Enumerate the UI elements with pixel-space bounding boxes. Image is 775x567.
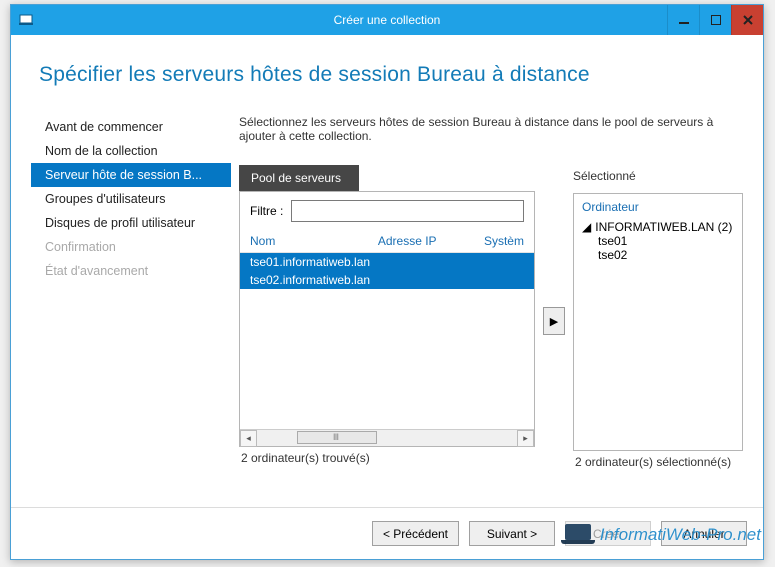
- minimize-button[interactable]: [667, 5, 699, 35]
- wizard-nav: Avant de commencer Nom de la collection …: [31, 115, 231, 507]
- horizontal-scrollbar[interactable]: ◂ Ⅲ ▸: [240, 429, 534, 446]
- col-ip[interactable]: Adresse IP: [378, 234, 469, 248]
- app-icon: [11, 13, 41, 27]
- scroll-thumb[interactable]: Ⅲ: [297, 431, 377, 444]
- create-button: Créer: [565, 521, 651, 546]
- tree-root-node[interactable]: ◢ INFORMATIWEB.LAN (2): [582, 220, 742, 234]
- nav-user-groups[interactable]: Groupes d'utilisateurs: [31, 187, 231, 211]
- nav-progress: État d'avancement: [31, 259, 231, 283]
- instruction-text: Sélectionnez les serveurs hôtes de sessi…: [239, 115, 739, 143]
- server-pool-column: Pool de serveurs Filtre : Nom Adresse IP…: [239, 165, 535, 469]
- pool-rows[interactable]: tse01.informatiweb.lan tse02.informatiwe…: [240, 253, 534, 429]
- filter-input[interactable]: [291, 200, 524, 222]
- previous-button[interactable]: < Précédent: [372, 521, 459, 546]
- col-name[interactable]: Nom: [250, 234, 378, 248]
- scroll-left-button[interactable]: ◂: [240, 430, 257, 447]
- tree-leaf[interactable]: tse02: [582, 248, 742, 262]
- selected-label: Sélectionné: [573, 169, 743, 183]
- tree-leaf[interactable]: tse01: [582, 234, 742, 248]
- scroll-track[interactable]: Ⅲ: [257, 430, 517, 447]
- pool-box: Filtre : Nom Adresse IP Systèm tse01.inf…: [239, 191, 535, 447]
- nav-before-start[interactable]: Avant de commencer: [31, 115, 231, 139]
- nav-profile-disks[interactable]: Disques de profil utilisateur: [31, 211, 231, 235]
- wizard-window: Créer une collection Spécifier les serve…: [10, 4, 764, 560]
- window-buttons: [667, 5, 763, 35]
- next-button[interactable]: Suivant >: [469, 521, 555, 546]
- pool-row[interactable]: tse02.informatiweb.lan: [240, 271, 534, 289]
- main-panel: Sélectionnez les serveurs hôtes de sessi…: [231, 115, 743, 507]
- pool-found-status: 2 ordinateur(s) trouvé(s): [239, 447, 535, 469]
- pool-column-headers[interactable]: Nom Adresse IP Systèm: [240, 230, 534, 253]
- selected-column: Sélectionné Ordinateur ◢ INFORMATIWEB.LA…: [573, 165, 743, 473]
- nav-session-host[interactable]: Serveur hôte de session B...: [31, 163, 231, 187]
- wizard-footer: < Précédent Suivant > Créer Annuler: [11, 507, 763, 559]
- nav-confirmation: Confirmation: [31, 235, 231, 259]
- maximize-button[interactable]: [699, 5, 731, 35]
- pool-row[interactable]: tse01.informatiweb.lan: [240, 253, 534, 271]
- tree-root-label: INFORMATIWEB.LAN (2): [595, 220, 732, 234]
- nav-collection-name[interactable]: Nom de la collection: [31, 139, 231, 163]
- add-selected-button[interactable]: ▶: [543, 307, 565, 335]
- window-title: Créer une collection: [334, 13, 441, 27]
- scroll-right-button[interactable]: ▸: [517, 430, 534, 447]
- filter-label: Filtre :: [250, 204, 283, 218]
- transfer-arrow-column: ▶: [543, 193, 565, 449]
- selected-box[interactable]: Ordinateur ◢ INFORMATIWEB.LAN (2) tse01 …: [573, 193, 743, 451]
- page-title: Spécifier les serveurs hôtes de session …: [39, 63, 743, 87]
- cancel-button[interactable]: Annuler: [661, 521, 747, 546]
- titlebar[interactable]: Créer une collection: [11, 5, 763, 35]
- close-button[interactable]: [731, 5, 763, 35]
- content: Spécifier les serveurs hôtes de session …: [11, 35, 763, 507]
- col-os[interactable]: Systèm: [469, 234, 524, 248]
- selected-count-status: 2 ordinateur(s) sélectionné(s): [573, 451, 743, 473]
- collapse-icon[interactable]: ◢: [582, 220, 591, 234]
- selected-col-header[interactable]: Ordinateur: [578, 198, 742, 220]
- pool-tab[interactable]: Pool de serveurs: [239, 165, 359, 191]
